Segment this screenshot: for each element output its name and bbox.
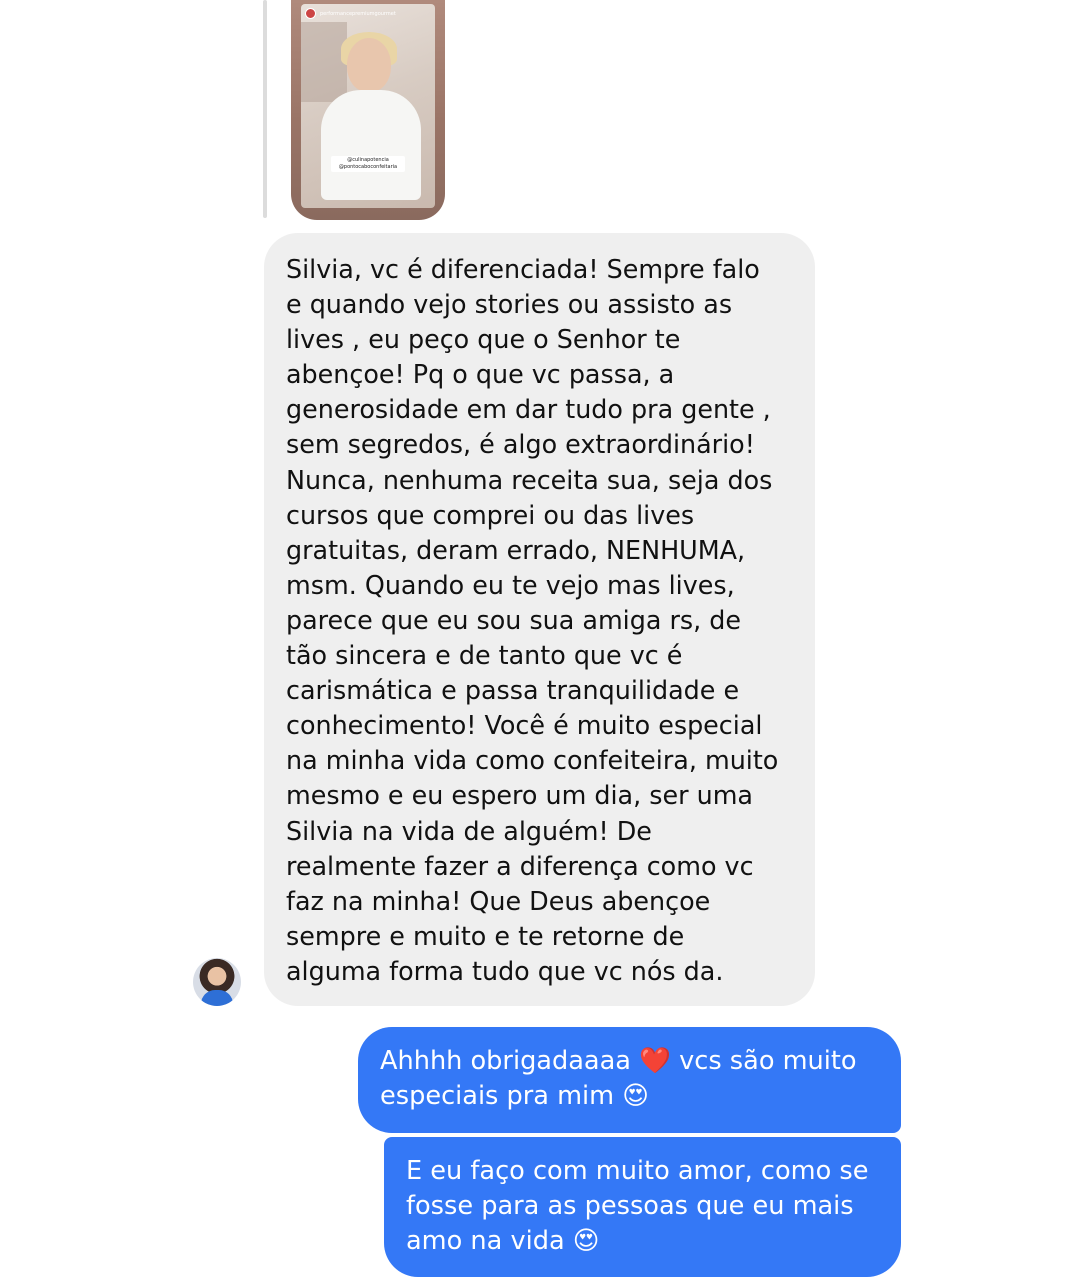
sent-message-bubble[interactable]: Ahhhh obrigadaaaa ❤️ vcs são muito espec… (358, 1027, 901, 1133)
sent-message-line: E eu faço com muito amor, como se (406, 1156, 869, 1186)
sent-message-bubble[interactable]: E eu faço com muito amor, como se fosse … (384, 1137, 901, 1277)
reply-indicator-line (263, 0, 267, 218)
sent-message-line: especiais pra mim 😍 (380, 1081, 649, 1112)
sent-message-line: fosse para as pessoas que eu mais (406, 1191, 854, 1222)
story-caption: @culinapotencia @pontocaboconfeitaria (331, 156, 405, 172)
received-message-text: Silvia, vc é diferenciada! Sempre falo e… (286, 254, 779, 986)
received-message-bubble[interactable]: Silvia, vc é diferenciada! Sempre falo e… (264, 233, 815, 1006)
sender-avatar[interactable] (193, 958, 241, 1006)
sent-message-line: Ahhhh obrigadaaaa ❤️ vcs são muito (380, 1046, 857, 1076)
story-username: performancepremiumgourmet (320, 10, 396, 17)
story-reply-thumbnail[interactable]: performancepremiumgourmet @culinapotenci… (291, 0, 445, 220)
story-avatar (305, 8, 316, 19)
story-image: performancepremiumgourmet @culinapotenci… (301, 4, 435, 208)
sent-message-line: amo na vida 😍 (406, 1226, 600, 1257)
story-header: performancepremiumgourmet (305, 8, 396, 19)
